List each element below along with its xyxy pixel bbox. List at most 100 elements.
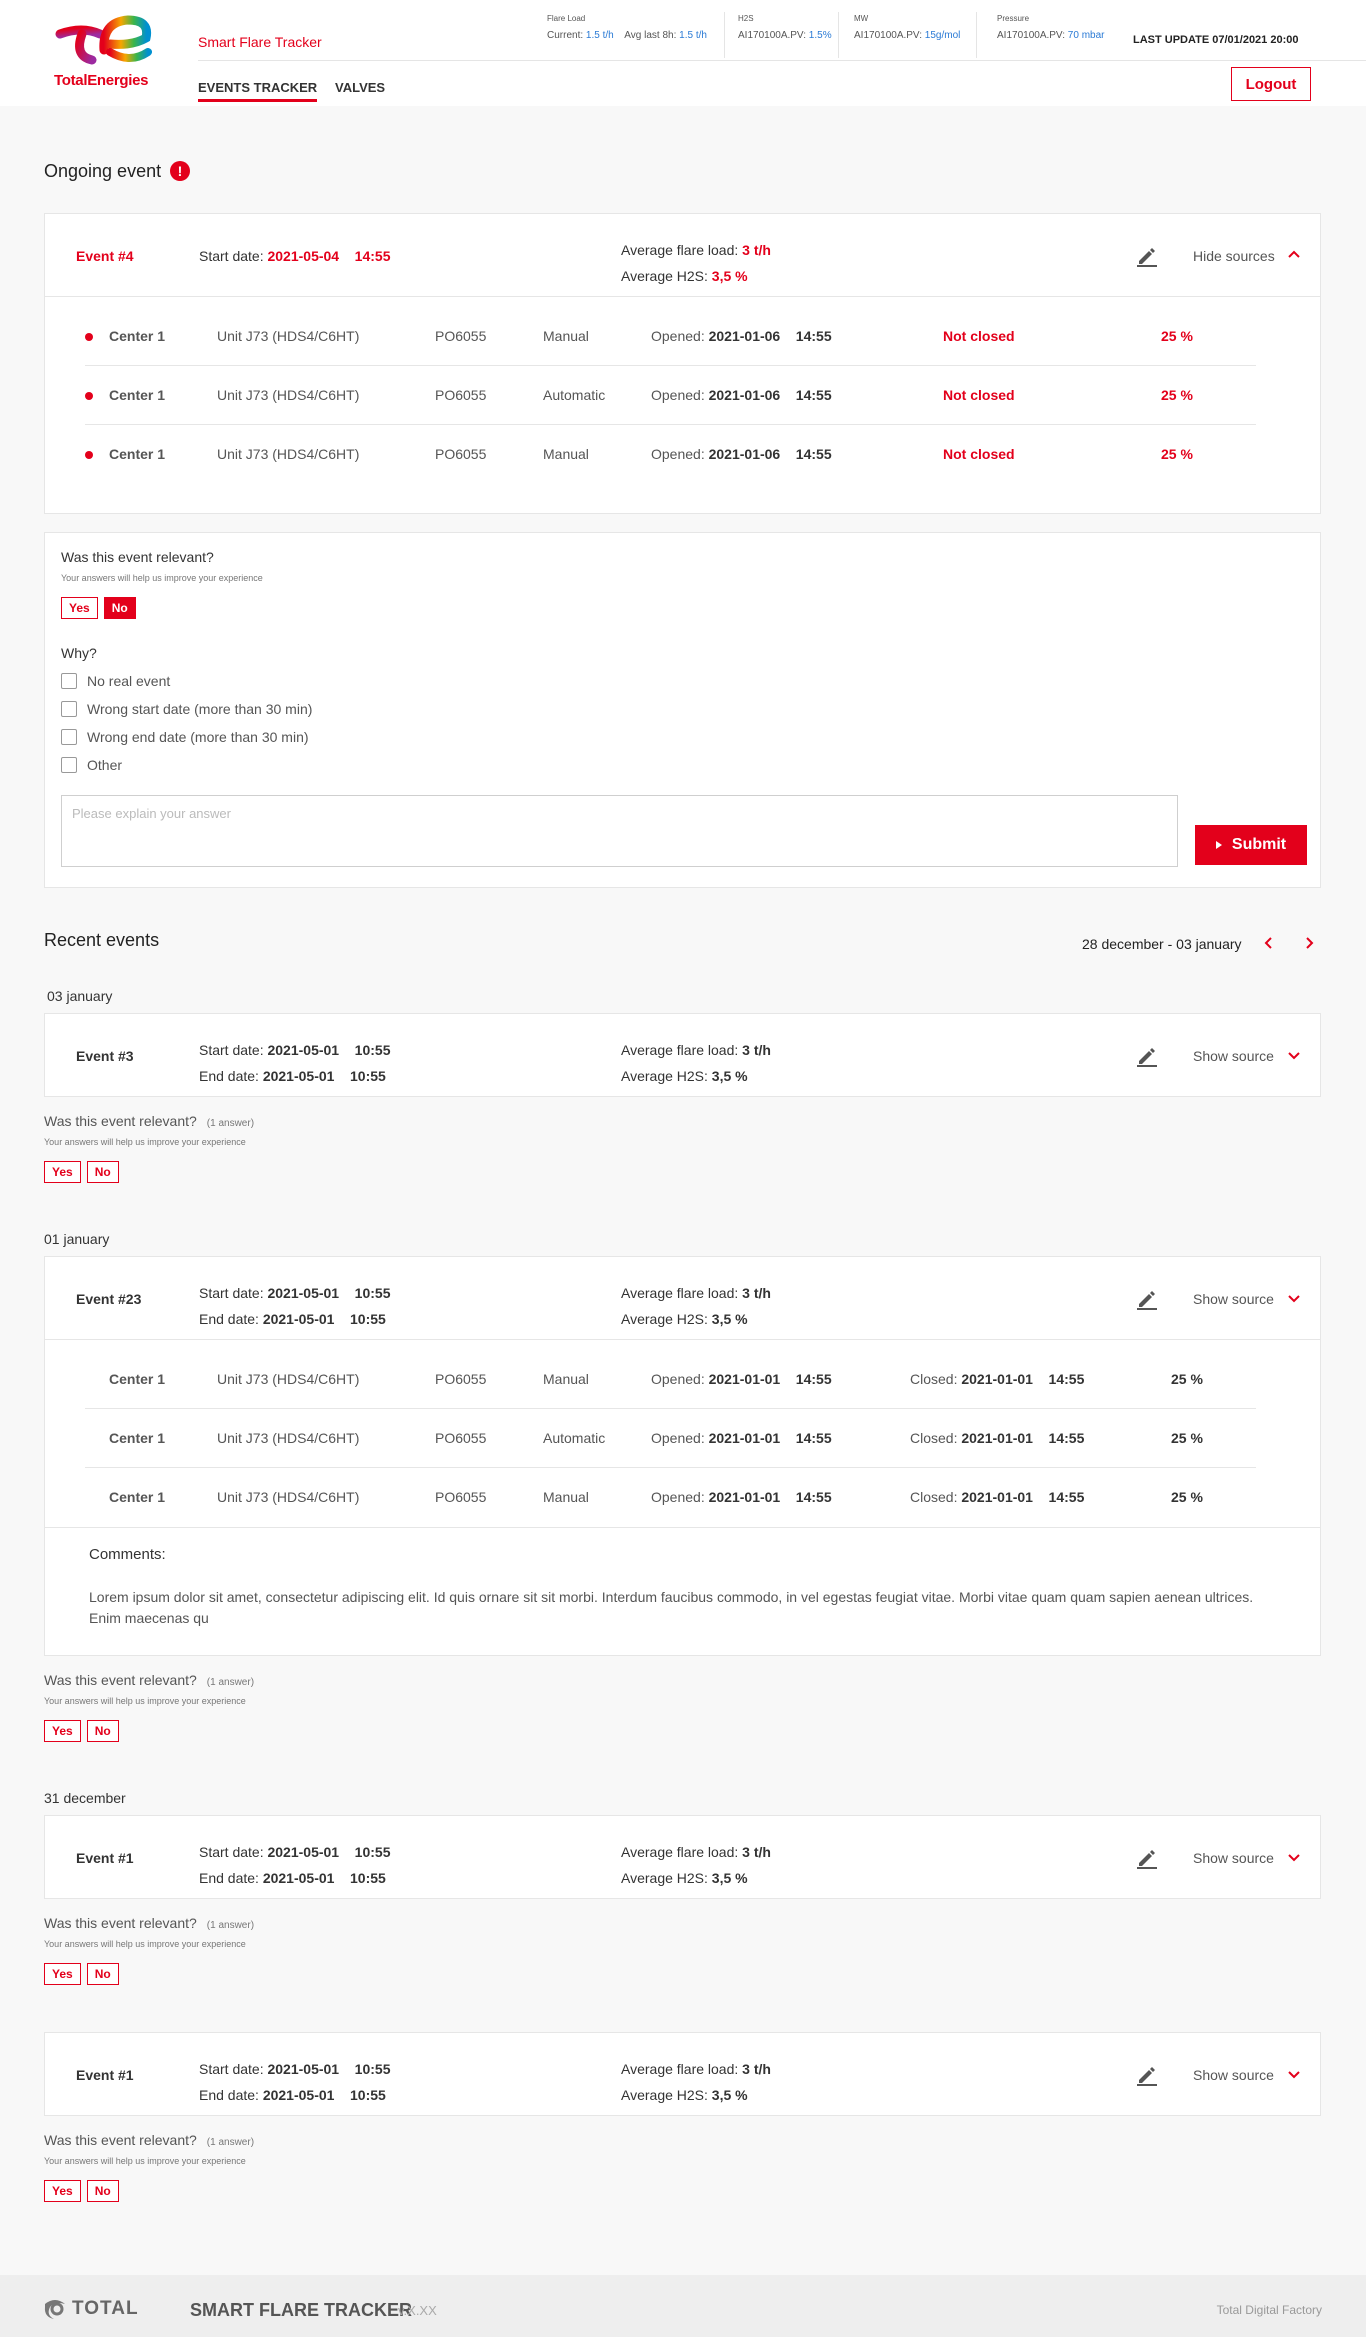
show-source-toggle[interactable]: Show source [1193,1850,1274,1866]
chevron-left-icon[interactable] [1260,934,1278,952]
no-button[interactable]: No [86,1963,119,1985]
metric-value: 70 mbar [1067,30,1105,41]
start-label: Start date: [199,248,264,264]
show-source-toggle[interactable]: Show source [1193,2067,1274,2083]
source-percent: 25 % [1171,1489,1203,1505]
checkbox-icon[interactable] [61,673,77,689]
source-tag: PO6055 [435,387,487,403]
source-opened: Opened: 2021-01-06 14:55 [651,387,832,403]
opened-time: 14:55 [795,387,832,403]
pencil-edit-icon[interactable] [1135,1287,1159,1311]
metric-title: MW [854,14,869,23]
opened-date: 2021-01-06 [708,446,781,462]
end-date: 2021-05-01 [262,1068,335,1084]
closed-time: 14:55 [1048,1430,1085,1446]
pencil-edit-icon[interactable] [1135,2063,1159,2087]
reason-option[interactable]: No real event [61,673,1304,689]
metric-value: 1.5 t/h [585,30,614,41]
avg-h2s-value: 3,5 % [711,1311,748,1327]
checkbox-icon[interactable] [61,701,77,717]
start-time: 10:55 [354,1844,391,1860]
source-mode: Automatic [543,387,606,403]
avg-load-label: Average flare load: [621,2061,739,2077]
event-card: Event #1 Start date: 2021-05-01 10:55 En… [44,2032,1321,2116]
reason-option[interactable]: Wrong start date (more than 30 min) [61,701,1304,717]
yes-button[interactable]: Yes [61,597,98,619]
opened-time: 14:55 [795,1489,832,1505]
checkbox-icon[interactable] [61,757,77,773]
event-dates: Start date: 2021-05-01 10:55 End date: 2… [199,1037,390,1089]
show-source-toggle[interactable]: Show source [1193,1048,1274,1064]
avg-h2s-label: Average H2S: [621,1068,708,1084]
metric-value: 15g/mol [924,30,961,41]
submit-button[interactable]: Submit [1195,825,1307,865]
sources-table: Center 1 Unit J73 (HDS4/C6HT) PO6055 Man… [45,1339,1320,1527]
avg-load-label: Average flare load: [621,1042,739,1058]
chevron-up-icon[interactable] [1285,246,1303,264]
comments-section: Comments: Lorem ipsum dolor sit amet, co… [45,1527,1320,1665]
pencil-edit-icon[interactable] [1135,1846,1159,1870]
opened-label: Opened: [651,1430,705,1446]
hide-sources-toggle[interactable]: Hide sources [1193,248,1275,264]
pencil-edit-icon[interactable] [1135,1044,1159,1068]
avg-h2s-label: Average H2S: [621,2087,708,2103]
source-tag: PO6055 [435,1489,487,1505]
closed-date: 2021-01-01 [961,1430,1033,1446]
tab-valves[interactable]: VALVES [335,80,385,95]
event-averages: Average flare load: 3 t/h Average H2S: 3… [621,1839,771,1891]
reason-option[interactable]: Other [61,757,1304,773]
source-row: Center 1 Unit J73 (HDS4/C6HT) PO6055 Man… [85,425,1256,484]
chevron-down-icon[interactable] [1285,1848,1303,1866]
end-time: 10:55 [350,1870,386,1886]
end-label: End date: [199,1311,259,1327]
metric-h2s: H2S AI170100A.PV: 1.5% [738,14,832,41]
feedback-question: Was this event relevant? [44,2132,197,2148]
alert-icon: ! [170,161,190,181]
event-averages: Average flare load: 3 t/h Average H2S: 3… [621,237,771,289]
avg-h2s-label: Average H2S: [621,268,708,284]
source-tag: PO6055 [435,446,487,462]
checkbox-icon[interactable] [61,729,77,745]
event-averages: Average flare load: 3 t/h Average H2S: 3… [621,1037,771,1089]
source-tag: PO6055 [435,1430,487,1446]
source-center: Center 1 [109,387,166,403]
no-button[interactable]: No [103,597,136,619]
no-button[interactable]: No [86,1720,119,1742]
chevron-down-icon[interactable] [1285,1289,1303,1307]
no-button[interactable]: No [86,2180,119,2202]
source-unit: Unit J73 (HDS4/C6HT) [217,328,360,344]
no-button[interactable]: No [86,1161,119,1183]
start-label: Start date: [199,2061,264,2077]
chevron-right-icon[interactable] [1300,934,1318,952]
source-closed: Closed: 2021-01-01 14:55 [910,1489,1084,1505]
yes-button[interactable]: Yes [44,1963,81,1985]
source-tag: PO6055 [435,328,487,344]
logout-button[interactable]: Logout [1231,67,1311,101]
source-mode: Manual [543,1489,589,1505]
source-percent: 25 % [1171,1430,1203,1446]
opened-time: 14:55 [795,1371,832,1387]
chevron-down-icon[interactable] [1285,2065,1303,2083]
event-header: Event #4 Start date: 2021-05-04 14:55 Av… [45,214,1320,296]
reason-option[interactable]: Wrong end date (more than 30 min) [61,729,1304,745]
event-header: Event #1 Start date: 2021-05-01 10:55 En… [45,1816,1320,1898]
tab-events-tracker[interactable]: EVENTS TRACKER [198,80,318,102]
pencil-edit-icon[interactable] [1135,244,1159,268]
show-source-toggle[interactable]: Show source [1193,1291,1274,1307]
feedback-question: Was this event relevant? [44,1113,197,1129]
metric-value: 1.5% [808,30,832,41]
event-dates: Start date: 2021-05-01 10:55 End date: 2… [199,2056,390,2108]
yes-button[interactable]: Yes [44,1720,81,1742]
app-footer: TOTAL SMART FLARE TRACKER v.X.XX Total D… [0,2275,1366,2337]
play-icon [1215,841,1222,849]
yes-button[interactable]: Yes [44,1161,81,1183]
metric-mw: MW AI170100A.PV: 15g/mol [854,14,960,41]
app-name: Smart Flare Tracker [198,34,322,50]
chevron-down-icon[interactable] [1285,1046,1303,1064]
avg-h2s-value: 3,5 % [711,268,748,284]
source-opened: Opened: 2021-01-01 14:55 [651,1489,832,1505]
explain-textarea[interactable]: Please explain your answer [61,795,1178,867]
yes-button[interactable]: Yes [44,2180,81,2202]
footer-version: v.X.XX [398,2303,437,2318]
avg-load-label: Average flare load: [621,1844,739,1860]
